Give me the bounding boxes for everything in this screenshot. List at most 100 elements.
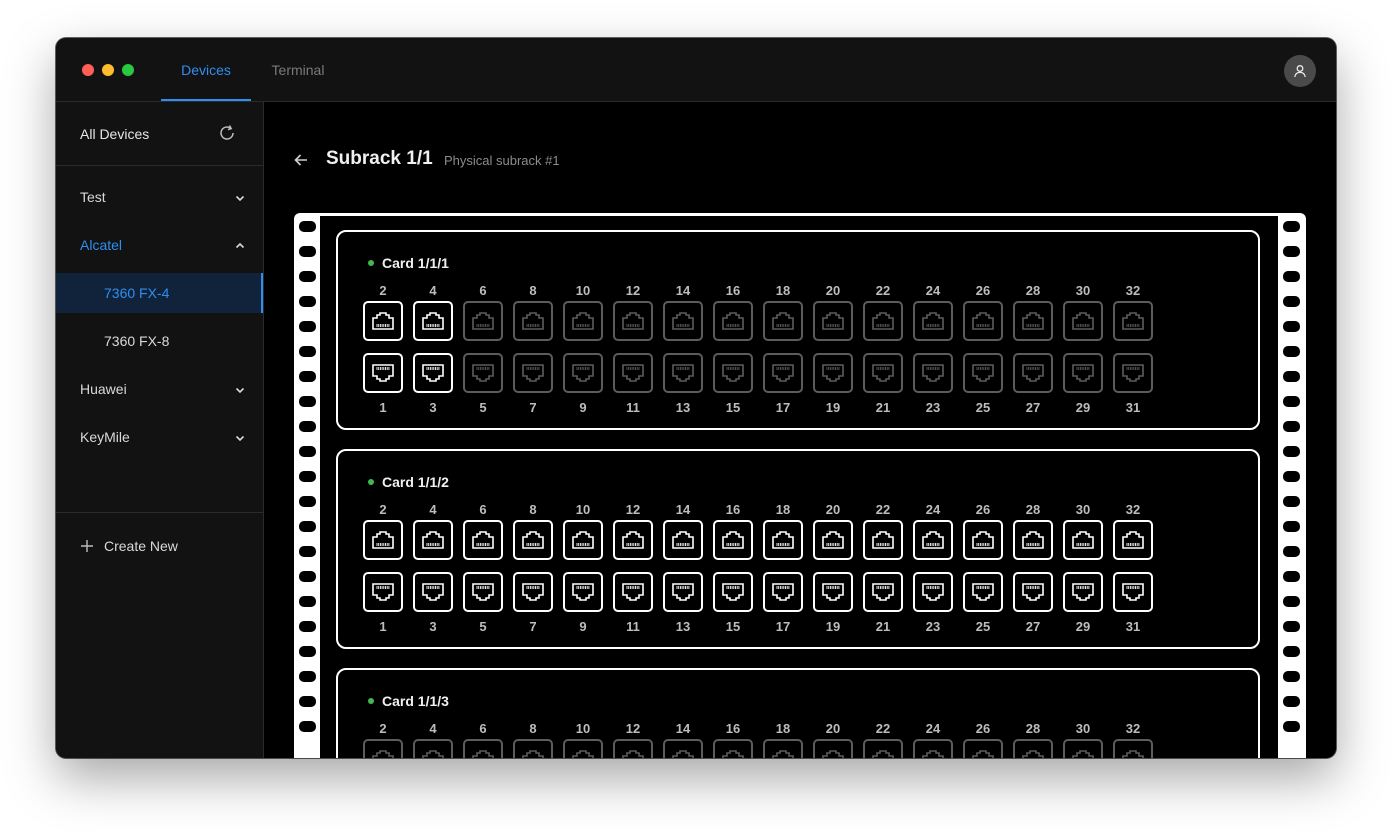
port-number: 19	[825, 400, 841, 415]
port-1[interactable]	[363, 572, 403, 612]
port-15[interactable]	[713, 572, 753, 612]
port-8[interactable]	[513, 301, 553, 341]
port-26[interactable]	[963, 520, 1003, 560]
port-8[interactable]	[513, 520, 553, 560]
sidebar-item-7360-fx-4[interactable]: 7360 FX-4	[56, 273, 263, 313]
port-25[interactable]	[963, 353, 1003, 393]
port-31[interactable]	[1113, 572, 1153, 612]
minimize-window-button[interactable]	[102, 64, 114, 76]
port-23[interactable]	[913, 353, 953, 393]
refresh-icon[interactable]	[218, 124, 236, 142]
port-11[interactable]	[613, 572, 653, 612]
sidebar-group-test[interactable]: Test	[56, 177, 263, 217]
port-28[interactable]	[1013, 301, 1053, 341]
port-3[interactable]	[413, 353, 453, 393]
port-12[interactable]	[613, 520, 653, 560]
port-7[interactable]	[513, 353, 553, 393]
tab-devices[interactable]: Devices	[161, 38, 251, 101]
line-card[interactable]: Card 1/1/1 2 4 6 8 10 12 14 16 18 20 22 24 26 28 30 32 1 3…	[336, 230, 1260, 430]
port-2[interactable]	[363, 301, 403, 341]
port-16[interactable]	[713, 739, 753, 758]
port-22[interactable]	[863, 301, 903, 341]
port-3[interactable]	[413, 572, 453, 612]
create-new-button[interactable]: Create New	[56, 526, 263, 566]
port-20[interactable]	[813, 739, 853, 758]
port-24[interactable]	[913, 739, 953, 758]
port-4[interactable]	[413, 739, 453, 758]
port-10[interactable]	[563, 301, 603, 341]
port-18[interactable]	[763, 739, 803, 758]
port-32[interactable]	[1113, 301, 1153, 341]
port-20[interactable]	[813, 301, 853, 341]
port-30[interactable]	[1063, 520, 1103, 560]
all-devices-label[interactable]: All Devices	[80, 126, 149, 142]
port-32[interactable]	[1113, 520, 1153, 560]
line-card[interactable]: Card 1/1/3246810121416182022242628303213…	[336, 668, 1260, 758]
arrow-left-icon[interactable]	[293, 152, 309, 168]
port-17[interactable]	[763, 353, 803, 393]
port-21[interactable]	[863, 353, 903, 393]
port-30[interactable]	[1063, 301, 1103, 341]
port-7[interactable]	[513, 572, 553, 612]
port-26[interactable]	[963, 301, 1003, 341]
sidebar-item-7360-fx-8[interactable]: 7360 FX-8	[56, 321, 263, 361]
close-window-button[interactable]	[82, 64, 94, 76]
port-22[interactable]	[863, 520, 903, 560]
port-19[interactable]	[813, 572, 853, 612]
port-12[interactable]	[613, 301, 653, 341]
port-28[interactable]	[1013, 520, 1053, 560]
port-12[interactable]	[613, 739, 653, 758]
port-2[interactable]	[363, 520, 403, 560]
port-14[interactable]	[663, 739, 703, 758]
user-avatar-button[interactable]	[1284, 55, 1316, 87]
sidebar-group-alcatel[interactable]: Alcatel	[56, 225, 263, 265]
port-28[interactable]	[1013, 739, 1053, 758]
port-16[interactable]	[713, 301, 753, 341]
port-18[interactable]	[763, 520, 803, 560]
port-2[interactable]	[363, 739, 403, 758]
maximize-window-button[interactable]	[122, 64, 134, 76]
port-19[interactable]	[813, 353, 853, 393]
port-18[interactable]	[763, 301, 803, 341]
port-24[interactable]	[913, 301, 953, 341]
port-6[interactable]	[463, 301, 503, 341]
port-32[interactable]	[1113, 739, 1153, 758]
port-20[interactable]	[813, 520, 853, 560]
port-16[interactable]	[713, 520, 753, 560]
sidebar-group-keymile[interactable]: KeyMile	[56, 417, 263, 457]
port-23[interactable]	[913, 572, 953, 612]
port-13[interactable]	[663, 572, 703, 612]
port-22[interactable]	[863, 739, 903, 758]
port-25[interactable]	[963, 572, 1003, 612]
port-14[interactable]	[663, 301, 703, 341]
port-27[interactable]	[1013, 572, 1053, 612]
port-29[interactable]	[1063, 572, 1103, 612]
port-27[interactable]	[1013, 353, 1053, 393]
port-14[interactable]	[663, 520, 703, 560]
port-13[interactable]	[663, 353, 703, 393]
port-15[interactable]	[713, 353, 753, 393]
port-17[interactable]	[763, 572, 803, 612]
port-24[interactable]	[913, 520, 953, 560]
port-21[interactable]	[863, 572, 903, 612]
port-29[interactable]	[1063, 353, 1103, 393]
port-5[interactable]	[463, 572, 503, 612]
port-30[interactable]	[1063, 739, 1103, 758]
port-6[interactable]	[463, 739, 503, 758]
port-8[interactable]	[513, 739, 553, 758]
port-10[interactable]	[563, 520, 603, 560]
port-5[interactable]	[463, 353, 503, 393]
line-card[interactable]: Card 1/1/2 2 4 6 8 10 12 14 16 18 20 22 24 26 28 30 32 1 3…	[336, 449, 1260, 649]
port-11[interactable]	[613, 353, 653, 393]
port-9[interactable]	[563, 353, 603, 393]
tab-terminal[interactable]: Terminal	[261, 38, 335, 101]
port-6[interactable]	[463, 520, 503, 560]
port-31[interactable]	[1113, 353, 1153, 393]
port-10[interactable]	[563, 739, 603, 758]
port-4[interactable]	[413, 301, 453, 341]
sidebar-group-huawei[interactable]: Huawei	[56, 369, 263, 409]
port-26[interactable]	[963, 739, 1003, 758]
port-1[interactable]	[363, 353, 403, 393]
port-9[interactable]	[563, 572, 603, 612]
port-4[interactable]	[413, 520, 453, 560]
